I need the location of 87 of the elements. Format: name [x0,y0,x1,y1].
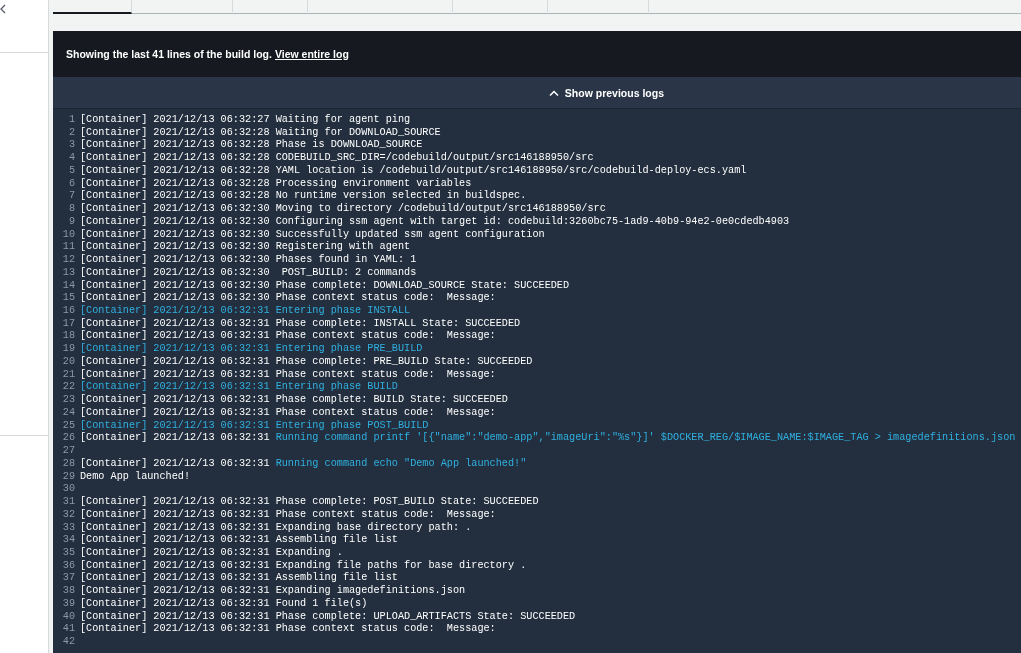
line-number: 10 [61,228,76,242]
log-line: [Container] 2021/12/13 06:32:31 Phase context status code: Message: [80,330,496,343]
line-number: 35 [61,546,76,560]
line-number: 27 [61,445,76,458]
line-number: 15 [61,292,76,305]
log-line: [Container] 2021/12/13 06:32:30 Configuring ssm agent with target id: codebuild:3260bc75-1ad9-40b9-94e2-0e0cdedb4903 [80,215,790,229]
log-notice: Showing the last 41 lines of the build log. [66,48,272,60]
line-number: 20 [61,355,76,369]
line-number: 23 [61,394,76,407]
line-number: 13 [61,266,76,280]
line-number: 8 [67,203,76,216]
log-line: [Container] 2021/12/13 06:32:31 Found 1 file(s) [80,597,368,611]
log-line: [Container] 2021/12/13 06:32:30 Phase complete: DOWNLOAD_SOURCE State: SUCCEEDED [80,279,570,292]
log-line: [Container] 2021/12/13 06:32:31 Phase complete: UPLOAD_ARTIFACTS State: SUCCEEDED [80,610,576,623]
log-line: [Container] 2021/12/13 06:32:30 Successfully updated ssm agent configuration [80,228,545,241]
line-number: 22 [61,381,76,395]
line-number: 3 [67,139,76,153]
log-line: [Container] 2021/12/13 06:32:28 Processing environment variables [80,177,472,190]
line-number: 17 [61,317,76,331]
tab[interactable] [53,0,132,14]
log-line: [Container] 2021/12/13 06:32:31 Phase complete: INSTALL State: SUCCEEDED [80,317,521,330]
log-line: [Container] 2021/12/13 06:32:31 Phase context status code: Message: [80,508,496,522]
chevron-up-icon [548,89,559,96]
log-line: [Container] 2021/12/13 06:32:31 Assembling file list [80,572,398,585]
line-number: 4 [67,152,76,165]
line-number: 24 [61,406,76,420]
log-line: [Container] 2021/12/13 06:32:31 Phase context status code: Message: [80,406,496,420]
log-line: Demo App launched! [80,470,191,484]
line-number: 37 [61,572,76,586]
log-line: [Container] 2021/12/13 06:32:30 Phase context status code: Message: [80,292,496,305]
log-line: [Container] 2021/12/13 06:32:31 Running command printf '[{"name":"demo-app","imageUri":"%s"}]' $DOCKER_REG/$IMAGE_NAME:$IMAGE_TAG > imagedefinitions.json [80,432,1016,446]
line-number: 12 [61,254,76,267]
line-number: 25 [61,419,76,433]
log-line: [Container] 2021/12/13 06:32:31 Phase complete: PRE_BUILD State: SUCCEEDED [80,355,533,369]
view-log-link[interactable]: View entire log [274,48,349,60]
line-number: 7 [67,190,76,204]
log-line: [Container] 2021/12/13 06:32:30 Registering with agent [80,241,411,254]
log-line: [Container] 2021/12/13 06:32:31 Running command echo "Demo App launched!" [80,457,527,471]
log-line: [Container] 2021/12/13 06:32:31 Expanding file paths for base directory . [80,559,527,572]
log-line: [Container] 2021/12/13 06:32:31 Entering phase PRE_BUILD [80,343,423,356]
log-line: [Container] 2021/12/13 06:32:28 CODEBUILD_SRC_DIR=/codebuild/output/src146188950/src [80,152,594,165]
line-number: 18 [61,330,76,344]
line-number: 16 [61,305,76,318]
log-line: [Container] 2021/12/13 06:32:28 Phase is DOWNLOAD_SOURCE [80,139,423,152]
line-number: 36 [61,559,76,573]
line-number: 6 [67,177,76,191]
line-number: 29 [61,470,76,484]
line-number: 9 [67,215,76,229]
line-number: 5 [67,164,76,178]
log-line: [Container] 2021/12/13 06:32:31 Entering phase POST_BUILD [80,419,429,432]
line-number: 38 [61,585,76,598]
line-number: 28 [61,457,76,471]
log-line: [Container] 2021/12/13 06:32:31 Phase context status code: Message: [80,368,496,381]
line-number: 19 [61,343,76,356]
line-number: 42 [61,636,76,649]
line-number: 31 [61,496,76,509]
log-line: [Container] 2021/12/13 06:32:28 No runtime version selected in buildspec. [80,190,527,203]
line-number: 34 [61,534,76,547]
line-number: 33 [61,521,76,535]
log-line: [Container] 2021/12/13 06:32:27 Waiting for agent ping [80,114,411,127]
line-number: 41 [61,623,76,637]
line-number: 11 [61,241,76,255]
line-number: 32 [61,508,76,522]
log-line: [Container] 2021/12/13 06:32:31 Assembling file list [80,534,398,547]
show-previous-button[interactable]: Show previous logs [546,84,666,101]
log-line: [Container] 2021/12/13 06:32:28 Waiting for DOWNLOAD_SOURCE [80,126,441,139]
log-line: [Container] 2021/12/13 06:32:28 YAML location is /codebuild/output/src146188950/src/codebuild-deploy-ecs.yaml [80,164,747,178]
log-line: [Container] 2021/12/13 06:32:31 Phase context status code: Message: [80,623,496,637]
line-number: 26 [61,432,76,446]
log-line: [Container] 2021/12/13 06:32:30 POST_BUILD: 2 commands [80,266,417,280]
line-number: 2 [67,126,76,140]
line-number: 30 [61,483,76,497]
log-line: [Container] 2021/12/13 06:32:31 Phase complete: POST_BUILD State: SUCCEEDED [80,496,539,509]
log-line: [Container] 2021/12/13 06:32:31 Phase complete: BUILD State: SUCCEEDED [80,394,508,407]
log-line: [Container] 2021/12/13 06:32:30 Phases found in YAML: 1 [80,254,417,267]
log-line: [Container] 2021/12/13 06:32:31 Entering phase INSTALL [80,305,411,318]
line-number: 39 [61,597,76,611]
log-line: [Container] 2021/12/13 06:32:31 Entering phase BUILD [80,381,398,394]
line-number: 40 [61,610,76,624]
log-line: [Container] 2021/12/13 06:32:30 Moving to directory /codebuild/output/src146188950/src [80,203,606,216]
log-line: [Container] 2021/12/13 06:32:31 Expanding base directory path: . [80,521,472,534]
line-number: 1 [67,114,76,127]
line-number: 14 [61,279,76,293]
line-number: 21 [61,368,76,382]
collapse-icon[interactable] [0,4,6,14]
log-line: [Container] 2021/12/13 06:32:31 Expanding imagedefinitions.json [80,585,466,598]
log-line: [Container] 2021/12/13 06:32:31 Expanding . [80,546,343,560]
